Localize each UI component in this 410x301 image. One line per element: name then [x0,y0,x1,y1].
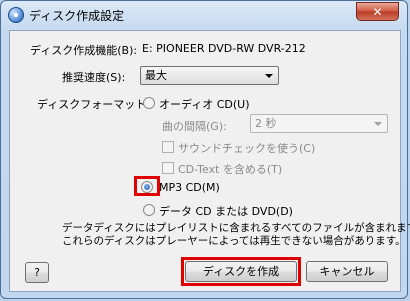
drive-label: ディスク作成機能(B): [30,44,138,57]
speed-label: 推奨速度(S): [62,71,126,84]
itunes-cd-icon [8,7,24,23]
cancel-button[interactable]: キャンセル [306,261,388,282]
speed-select-value: 最大 [145,69,167,82]
chevron-down-icon [374,122,382,126]
mp3-cd-radio[interactable] [141,181,153,193]
window-title: ディスク作成設定 [29,9,125,23]
burn-settings-dialog: ディスク作成設定 ✕ ディスク作成機能(B): E: PIONEER DVD-R… [0,0,410,299]
sound-check-label[interactable]: サウンドチェックを使う(C) [178,140,315,156]
data-cd-radio[interactable] [143,204,155,216]
gap-label: 曲の間隔(G): [162,120,227,133]
format-label: ディスクフォーマット: [37,98,150,111]
title-bar: ディスク作成設定 ✕ [1,1,407,29]
audio-cd-radio[interactable] [143,97,155,109]
gap-select-value: 2 秒 [255,117,277,130]
close-button[interactable]: ✕ [356,2,399,21]
drive-value: E: PIONEER DVD-RW DVR-212 [142,42,306,55]
cd-text-checkbox[interactable] [162,162,174,174]
speed-select[interactable]: 最大 [140,66,279,85]
cd-text-label[interactable]: CD-Text を含める(T) [178,161,282,177]
description-line-2: これらのディスクはプレーヤーによっては再生できない場合があります。 [62,235,406,247]
audio-cd-label[interactable]: オーディオ CD(U) [159,96,250,112]
dialog-body: ディスク作成機能(B): E: PIONEER DVD-RW DVR-212 推… [9,30,410,292]
help-button[interactable]: ? [25,262,49,283]
chevron-down-icon [265,74,273,78]
burn-disc-button[interactable]: ディスクを作成 [185,261,297,282]
mp3-cd-label[interactable]: MP3 CD(M) [159,181,220,194]
sound-check-checkbox[interactable] [162,141,174,153]
gap-select[interactable]: 2 秒 [250,114,388,133]
data-cd-label[interactable]: データ CD または DVD(D) [159,203,293,219]
